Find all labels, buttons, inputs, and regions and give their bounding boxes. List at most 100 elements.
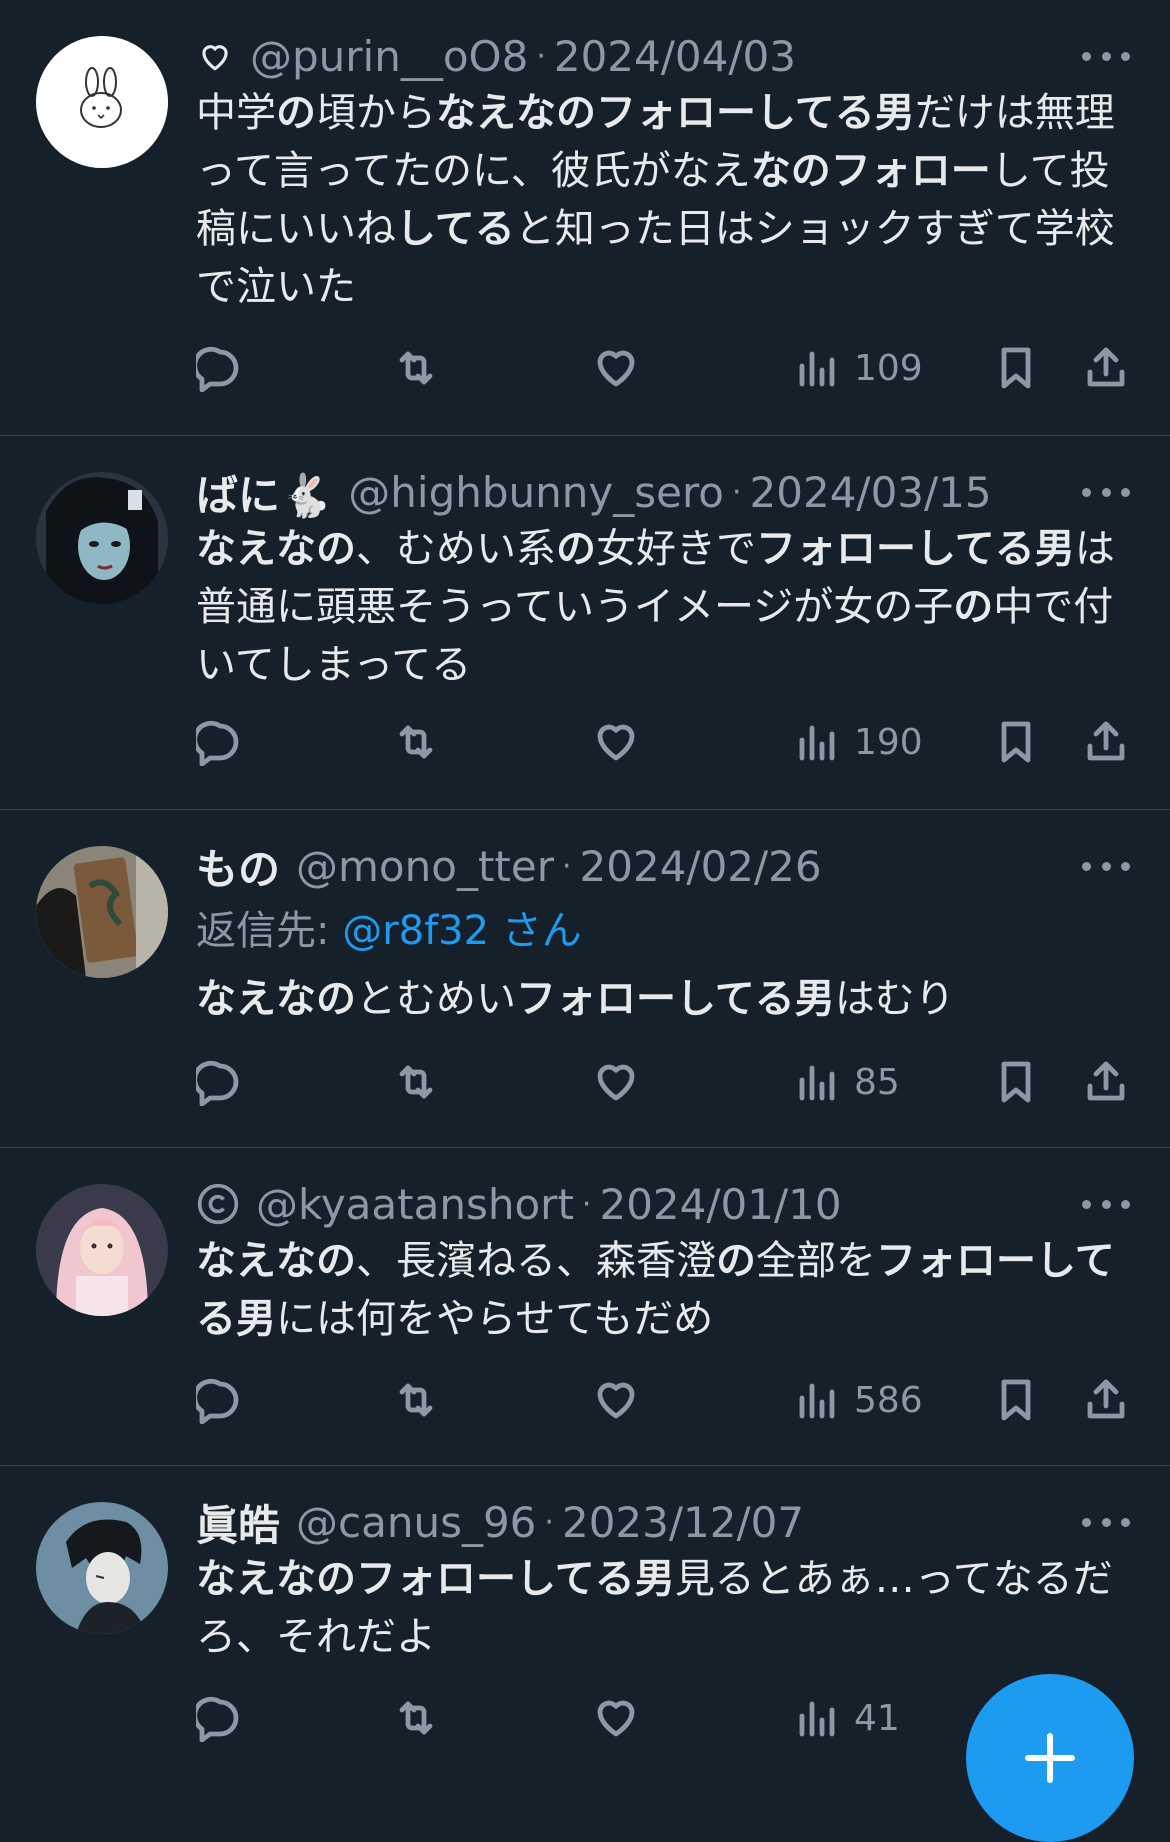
text-run: 女好きで [596,526,756,572]
views-button[interactable]: 41 [792,1688,900,1748]
display-name[interactable]: もの [196,836,280,896]
compose-button[interactable] [966,1674,1134,1842]
share-icon [1087,721,1125,761]
views-button[interactable]: 586 [792,1370,923,1430]
view-count: 109 [854,347,923,389]
reply-button[interactable] [196,1052,244,1112]
retweet-icon [399,1383,433,1417]
reply-button[interactable] [196,338,244,398]
more-options-icon[interactable] [1082,1512,1130,1532]
retweet-icon [399,1701,433,1735]
text-run: してる [396,206,515,252]
text-run: の [716,1238,756,1284]
tweet-date[interactable]: 2023/12/07 [562,1498,804,1547]
reply-icon [196,1060,239,1106]
more-options-icon[interactable] [1082,856,1130,876]
bookmark-button[interactable] [992,338,1040,398]
tweet[interactable]: @purin__oO8 · 2024/04/03 中学の頃からなえなのフォローし… [0,0,1170,436]
avatar[interactable] [36,846,168,978]
user-handle[interactable]: @canus_96 [296,1498,536,1547]
text-run: の [276,90,316,136]
action-bar: 109 [196,338,1136,398]
retweet-button[interactable] [392,1688,440,1748]
copyright-icon [196,1182,240,1226]
display-name[interactable]: ばに🐇 [196,462,332,522]
bookmark-button[interactable] [992,1370,1040,1430]
views-icon [799,351,835,387]
text-run: 全部を [756,1238,876,1284]
reply-mention-link[interactable]: @r8f32 さん [342,908,582,954]
user-handle[interactable]: @highbunny_sero [348,468,724,517]
like-icon [597,1382,635,1419]
dark-hair-character-avatar-icon [36,472,168,604]
tweet-text: なえなの、むめい系の女好きでフォローしてる男は普通に頭悪そうっていうイメージが女… [196,520,1136,694]
text-run: なえなの [196,526,356,572]
views-icon [799,1701,835,1737]
text-run: 中学 [196,90,276,136]
tweet-date[interactable]: 2024/01/10 [599,1180,841,1229]
share-button[interactable] [1082,1370,1130,1430]
share-icon [1087,1379,1125,1419]
bookmark-button[interactable] [992,1052,1040,1112]
avatar[interactable] [36,36,168,168]
text-run: フォローしてる男 [756,526,1075,572]
user-handle[interactable]: @mono_tter [296,842,554,891]
more-options-icon[interactable] [1082,1194,1130,1214]
retweet-button[interactable] [392,1052,440,1112]
reply-icon [196,720,239,766]
tweet[interactable]: @kyaatanshort · 2024/01/10 なえなの、長濱ねる、森香澄… [0,1148,1170,1466]
text-run: なえなの [196,976,356,1022]
avatar[interactable] [36,1502,168,1634]
share-button[interactable] [1082,1052,1130,1112]
tweet-date[interactable]: 2024/03/15 [750,468,992,517]
reply-button[interactable] [196,1688,244,1748]
text-run: の [953,584,994,630]
avatar[interactable] [36,1184,168,1316]
like-button[interactable] [592,712,640,772]
share-button[interactable] [1082,712,1130,772]
tweet[interactable]: ばに🐇 @highbunny_sero · 2024/03/15 なえなの、むめ… [0,436,1170,810]
tweet-text: なえなの、長濱ねる、森香澄の全部をフォローしてる男には何をやらせてもだめ [196,1232,1136,1348]
retweet-button[interactable] [392,1370,440,1430]
text-run: 頃から [316,90,436,136]
tweet-text: なえなのフォローしてる男見るとあぁ…ってなるだろ、それだよ [196,1550,1136,1666]
avatar[interactable] [36,472,168,604]
views-icon [799,725,835,761]
user-handle[interactable]: @purin__oO8 [250,32,528,81]
text-run: 、むめい系 [356,526,556,572]
like-button[interactable] [592,1688,640,1748]
views-icon [799,1383,835,1419]
tweet-date[interactable]: 2024/02/26 [580,842,822,891]
like-icon [597,1700,635,1737]
retweet-icon [399,725,433,759]
views-button[interactable]: 109 [792,338,923,398]
bookmark-icon [1001,347,1031,389]
share-icon [1087,347,1125,387]
anime-boy-avatar-icon [36,1502,168,1634]
views-button[interactable]: 85 [792,1052,900,1112]
more-options-icon[interactable] [1082,46,1130,66]
bookmark-icon [1001,1379,1031,1421]
like-button[interactable] [592,1052,640,1112]
like-icon [597,724,635,761]
bookmark-button[interactable] [992,712,1040,772]
like-button[interactable] [592,1370,640,1430]
plus-icon [1025,1733,1075,1783]
views-button[interactable]: 190 [792,712,923,772]
retweet-button[interactable] [392,338,440,398]
separator-dot: · [561,848,572,884]
share-button[interactable] [1082,338,1130,398]
reply-button[interactable] [196,1370,244,1430]
heart-outline-icon [196,37,234,75]
text-run: はむり [834,976,955,1022]
bookmark-icon [1001,1061,1031,1103]
view-count: 586 [854,1379,923,1421]
display-name[interactable]: 眞皓 [196,1492,280,1552]
user-handle[interactable]: @kyaatanshort [256,1180,574,1229]
reply-button[interactable] [196,712,244,772]
tweet-date[interactable]: 2024/04/03 [554,32,796,81]
retweet-button[interactable] [392,712,440,772]
tweet[interactable]: もの @mono_tter · 2024/02/26 返信先: @r8f32 さ… [0,810,1170,1148]
like-button[interactable] [592,338,640,398]
more-options-icon[interactable] [1082,482,1130,502]
